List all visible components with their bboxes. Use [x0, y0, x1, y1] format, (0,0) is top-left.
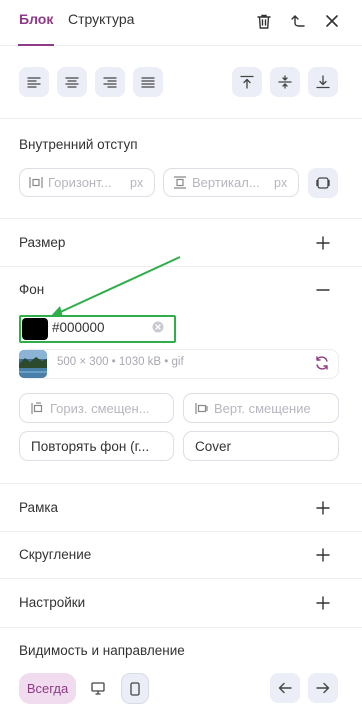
padding-horizontal-input[interactable]: Горизонт... px [19, 168, 155, 197]
divider [0, 531, 362, 532]
background-size-select[interactable]: Cover [183, 431, 339, 461]
background-image-meta: 500 × 300 • 1030 kB • gif [57, 356, 184, 368]
background-image-thumbnail[interactable] [19, 350, 47, 378]
valign-top-button[interactable] [232, 67, 262, 97]
h-offset-icon [31, 402, 43, 414]
valign-bottom-button[interactable] [308, 67, 338, 97]
padding-all-icon [316, 177, 330, 189]
close-icon[interactable] [322, 11, 342, 31]
background-size-value: Cover [195, 439, 232, 454]
divider [0, 578, 362, 579]
expand-size-icon[interactable] [316, 236, 330, 250]
tab-structure[interactable]: Структура [68, 11, 134, 27]
padding-horizontal-placeholder: Горизонт... [48, 175, 112, 190]
padding-vertical-unit: px [274, 176, 288, 190]
divider [0, 218, 362, 219]
color-value: #000000 [52, 320, 105, 335]
background-title: Фон [19, 282, 45, 297]
padding-vertical-icon [174, 176, 186, 189]
color-swatch[interactable] [22, 318, 48, 340]
padding-link-button[interactable] [308, 168, 338, 198]
direction-right-button[interactable] [308, 673, 338, 703]
align-middle-icon [278, 75, 292, 89]
clear-color-icon[interactable] [152, 321, 164, 333]
mobile-icon [130, 681, 140, 696]
expand-rounding-icon[interactable] [316, 548, 330, 562]
tab-block[interactable]: Блок [17, 11, 55, 46]
align-justify-icon [141, 77, 155, 88]
h-offset-placeholder: Гориз. смещен... [50, 401, 150, 416]
visibility-mobile-button[interactable] [121, 673, 149, 704]
desktop-icon [91, 682, 105, 695]
arrow-right-icon [316, 682, 330, 694]
rounding-title: Скругление [19, 547, 92, 562]
size-title: Размер [19, 235, 66, 250]
divider [0, 627, 362, 628]
valign-middle-button[interactable] [270, 67, 300, 97]
align-right-button[interactable] [95, 67, 125, 97]
background-repeat-value: Повторять фон (г... [31, 439, 150, 454]
visibility-desktop-button[interactable] [84, 673, 112, 704]
padding-vertical-input[interactable]: Вертикал... px [163, 168, 299, 197]
divider [0, 118, 362, 119]
visibility-always-button[interactable]: Всегда [19, 673, 76, 704]
trash-icon[interactable] [254, 11, 274, 31]
direction-left-button[interactable] [270, 673, 300, 703]
expand-border-icon[interactable] [316, 501, 330, 515]
align-center-button[interactable] [57, 67, 87, 97]
background-repeat-select[interactable]: Повторять фон (г... [19, 431, 174, 461]
align-right-icon [103, 77, 117, 88]
align-top-icon [240, 75, 254, 89]
expand-settings-icon[interactable] [316, 596, 330, 610]
align-left-button[interactable] [19, 67, 49, 97]
padding-title: Внутренний отступ [19, 137, 138, 152]
background-v-offset-input[interactable]: Верт. смещение [183, 393, 339, 423]
visibility-always-label: Всегда [26, 681, 69, 696]
settings-title: Настройки [19, 595, 86, 610]
visibility-title: Видимость и направление [19, 643, 185, 658]
padding-horizontal-unit: px [130, 176, 144, 190]
level-up-icon[interactable] [288, 11, 308, 31]
background-color-input[interactable]: #000000 [19, 315, 176, 343]
tab-bar: Блок Структура [0, 0, 362, 46]
padding-horizontal-icon [29, 177, 43, 188]
padding-vertical-placeholder: Вертикал... [192, 175, 260, 190]
align-left-icon [27, 77, 41, 88]
arrow-left-icon [278, 682, 292, 694]
align-bottom-icon [316, 75, 330, 89]
divider [0, 483, 362, 484]
align-justify-button[interactable] [133, 67, 163, 97]
v-offset-icon [195, 403, 208, 414]
background-h-offset-input[interactable]: Гориз. смещен... [19, 393, 174, 423]
replace-image-icon[interactable] [314, 355, 330, 371]
border-title: Рамка [19, 500, 59, 515]
align-center-icon [65, 77, 79, 88]
v-offset-placeholder: Верт. смещение [214, 401, 311, 416]
collapse-background-icon[interactable] [316, 283, 330, 297]
divider [0, 266, 362, 267]
